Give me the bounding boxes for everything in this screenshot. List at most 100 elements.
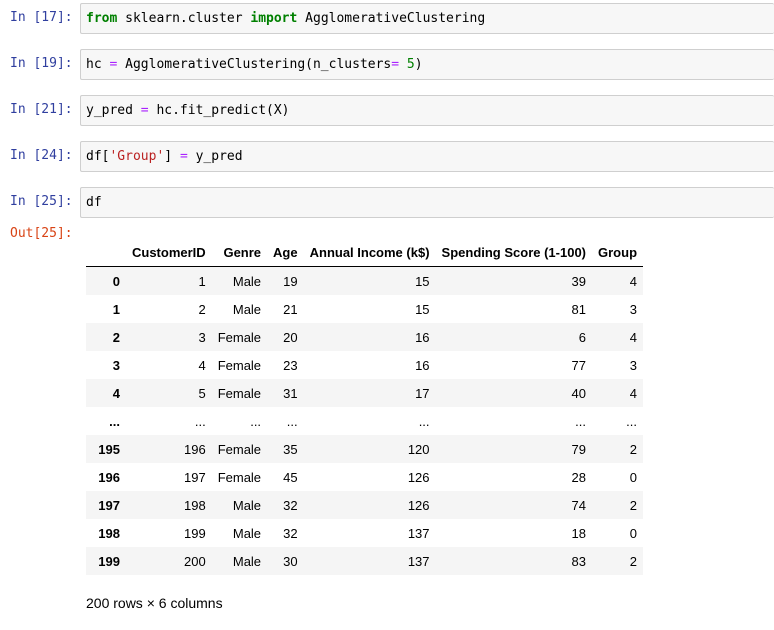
code-line[interactable]: df (86, 195, 102, 210)
table-cell: Female (217, 385, 262, 401)
table-cell: 31 (283, 385, 298, 401)
input-cell[interactable]: In [17]: from sklearn.cluster import Aggl… (0, 3, 774, 34)
column-header: Annual Income (k$) (303, 239, 436, 267)
table-cell: 4 (629, 329, 638, 345)
code-token: y_pred (187, 149, 243, 164)
input-prompt: In [24]: (10, 148, 73, 163)
table-cell: 4 (198, 357, 206, 373)
table-cell: 16 (415, 329, 430, 345)
code-token: sklearn.cluster (117, 11, 251, 26)
index-header (86, 239, 126, 267)
table-cell: 23 (283, 357, 298, 373)
row-index: 2 (112, 329, 120, 345)
table-cell: 15 (415, 273, 430, 289)
table-cell: 4 (629, 385, 638, 401)
table-cell: 3 (198, 329, 206, 345)
code-line[interactable]: from sklearn.cluster import Agglomerativ… (86, 11, 485, 26)
code-token: AgglomerativeClustering (297, 11, 486, 26)
table-cell: ... (418, 413, 430, 429)
code-token: df[ (86, 149, 110, 164)
input-prompt: In [19]: (10, 56, 73, 71)
code-token: ] (164, 149, 180, 164)
code-token: import (250, 11, 298, 26)
code-token: y_pred (86, 103, 141, 118)
input-prompt: In [25]: (10, 194, 73, 209)
table-cell: 196 (183, 441, 206, 457)
table-cell: 40 (571, 385, 587, 401)
table-cell: Female (217, 357, 262, 373)
table-row: 0 1 Male 19 15 39 4 (86, 266, 644, 295)
input-cell[interactable]: In [21]: y_pred = hc.fit_predict(X) (0, 95, 774, 126)
table-cell: Female (217, 329, 262, 345)
table-cell: 77 (571, 357, 587, 373)
input-prompt: In [17]: (10, 10, 73, 25)
column-header: Age (267, 239, 304, 267)
code-editor[interactable]: hc = AgglomerativeClustering(n_clusters=… (80, 49, 774, 80)
table-cell: 137 (407, 525, 430, 541)
table-cell: 3 (629, 357, 638, 373)
table-cell: 83 (571, 553, 587, 569)
row-index: 0 (112, 273, 120, 289)
table-cell: 79 (571, 441, 587, 457)
code-line[interactable]: hc = AgglomerativeClustering(n_clusters=… (86, 57, 423, 72)
table-cell: 28 (571, 469, 587, 485)
code-token: from (86, 11, 118, 26)
code-token: hc.fit_predict(X) (148, 103, 290, 118)
table-cell: ... (194, 413, 206, 429)
input-cell[interactable]: In [25]: df (0, 187, 774, 218)
code-editor[interactable]: y_pred = hc.fit_predict(X) (80, 95, 774, 126)
code-editor[interactable]: from sklearn.cluster import Agglomerativ… (80, 3, 774, 34)
input-cell[interactable]: In [24]: df['Group'] = y_pred (0, 141, 774, 172)
table-cell: 126 (407, 469, 430, 485)
table-cell: 0 (629, 469, 638, 485)
table-cell: 200 (183, 553, 206, 569)
table-cell: 81 (571, 301, 587, 317)
table-row: 3 4 Female 23 16 77 3 (86, 351, 644, 379)
table-cell: 199 (183, 525, 206, 541)
table-header-row: CustomerID Genre Age Annual Income (k$) Spen… (86, 239, 644, 267)
table-row: 4 5 Female 31 17 40 4 (86, 379, 644, 407)
table-row: 197 198 Male 32 126 74 2 (86, 491, 644, 519)
row-index: 199 (98, 553, 120, 569)
row-index: 196 (98, 469, 120, 485)
table-cell: Male (232, 553, 262, 569)
row-index: 195 (98, 441, 120, 457)
table-cell: 2 (629, 441, 638, 457)
dataframe-output: CustomerID Genre Age Annual Income (k$) Spen… (86, 239, 644, 575)
code-editor[interactable]: df (80, 187, 774, 218)
table-cell: 35 (283, 441, 298, 457)
table-cell: 120 (407, 441, 430, 457)
table-cell: 20 (283, 329, 298, 345)
table-cell: 198 (183, 497, 206, 513)
code-line[interactable]: y_pred = hc.fit_predict(X) (86, 103, 290, 118)
code-line[interactable]: df['Group'] = y_pred (86, 149, 243, 164)
table-cell: 126 (407, 497, 430, 513)
table-row: 198 199 Male 32 137 18 0 (86, 519, 644, 547)
table-row: 195 196 Female 35 120 79 2 (86, 435, 644, 463)
table-cell: ... (626, 413, 638, 429)
code-token: hc (86, 57, 110, 72)
output-prompt: Out[25]: (10, 226, 73, 241)
table-cell: 39 (571, 273, 587, 289)
table-cell: 74 (571, 497, 587, 513)
row-index: 197 (98, 497, 120, 513)
row-index: 3 (112, 357, 120, 373)
code-token: ) (414, 57, 423, 72)
table-cell: 137 (407, 553, 430, 569)
table-cell: 5 (198, 385, 206, 401)
code-token: 5 (406, 57, 415, 72)
table-row: 2 3 Female 20 16 6 4 (86, 323, 644, 351)
input-cell[interactable]: In [19]: hc = AgglomerativeClustering(n_c… (0, 49, 774, 80)
table-cell: 2 (629, 497, 638, 513)
code-editor[interactable]: df['Group'] = y_pred (80, 141, 774, 172)
table-cell: 19 (283, 273, 298, 289)
table-row: 199 200 Male 30 137 83 2 (86, 547, 644, 575)
code-token: = (179, 149, 188, 164)
column-header: Genre (211, 239, 268, 267)
code-token: = (391, 57, 400, 72)
table-cell: ... (286, 413, 298, 429)
table-cell: 18 (571, 525, 587, 541)
column-header: Spending Score (1-100) (435, 239, 593, 267)
code-token: 'Group' (109, 149, 165, 164)
dataframe-table: CustomerID Genre Age Annual Income (k$) Spen… (86, 239, 644, 575)
